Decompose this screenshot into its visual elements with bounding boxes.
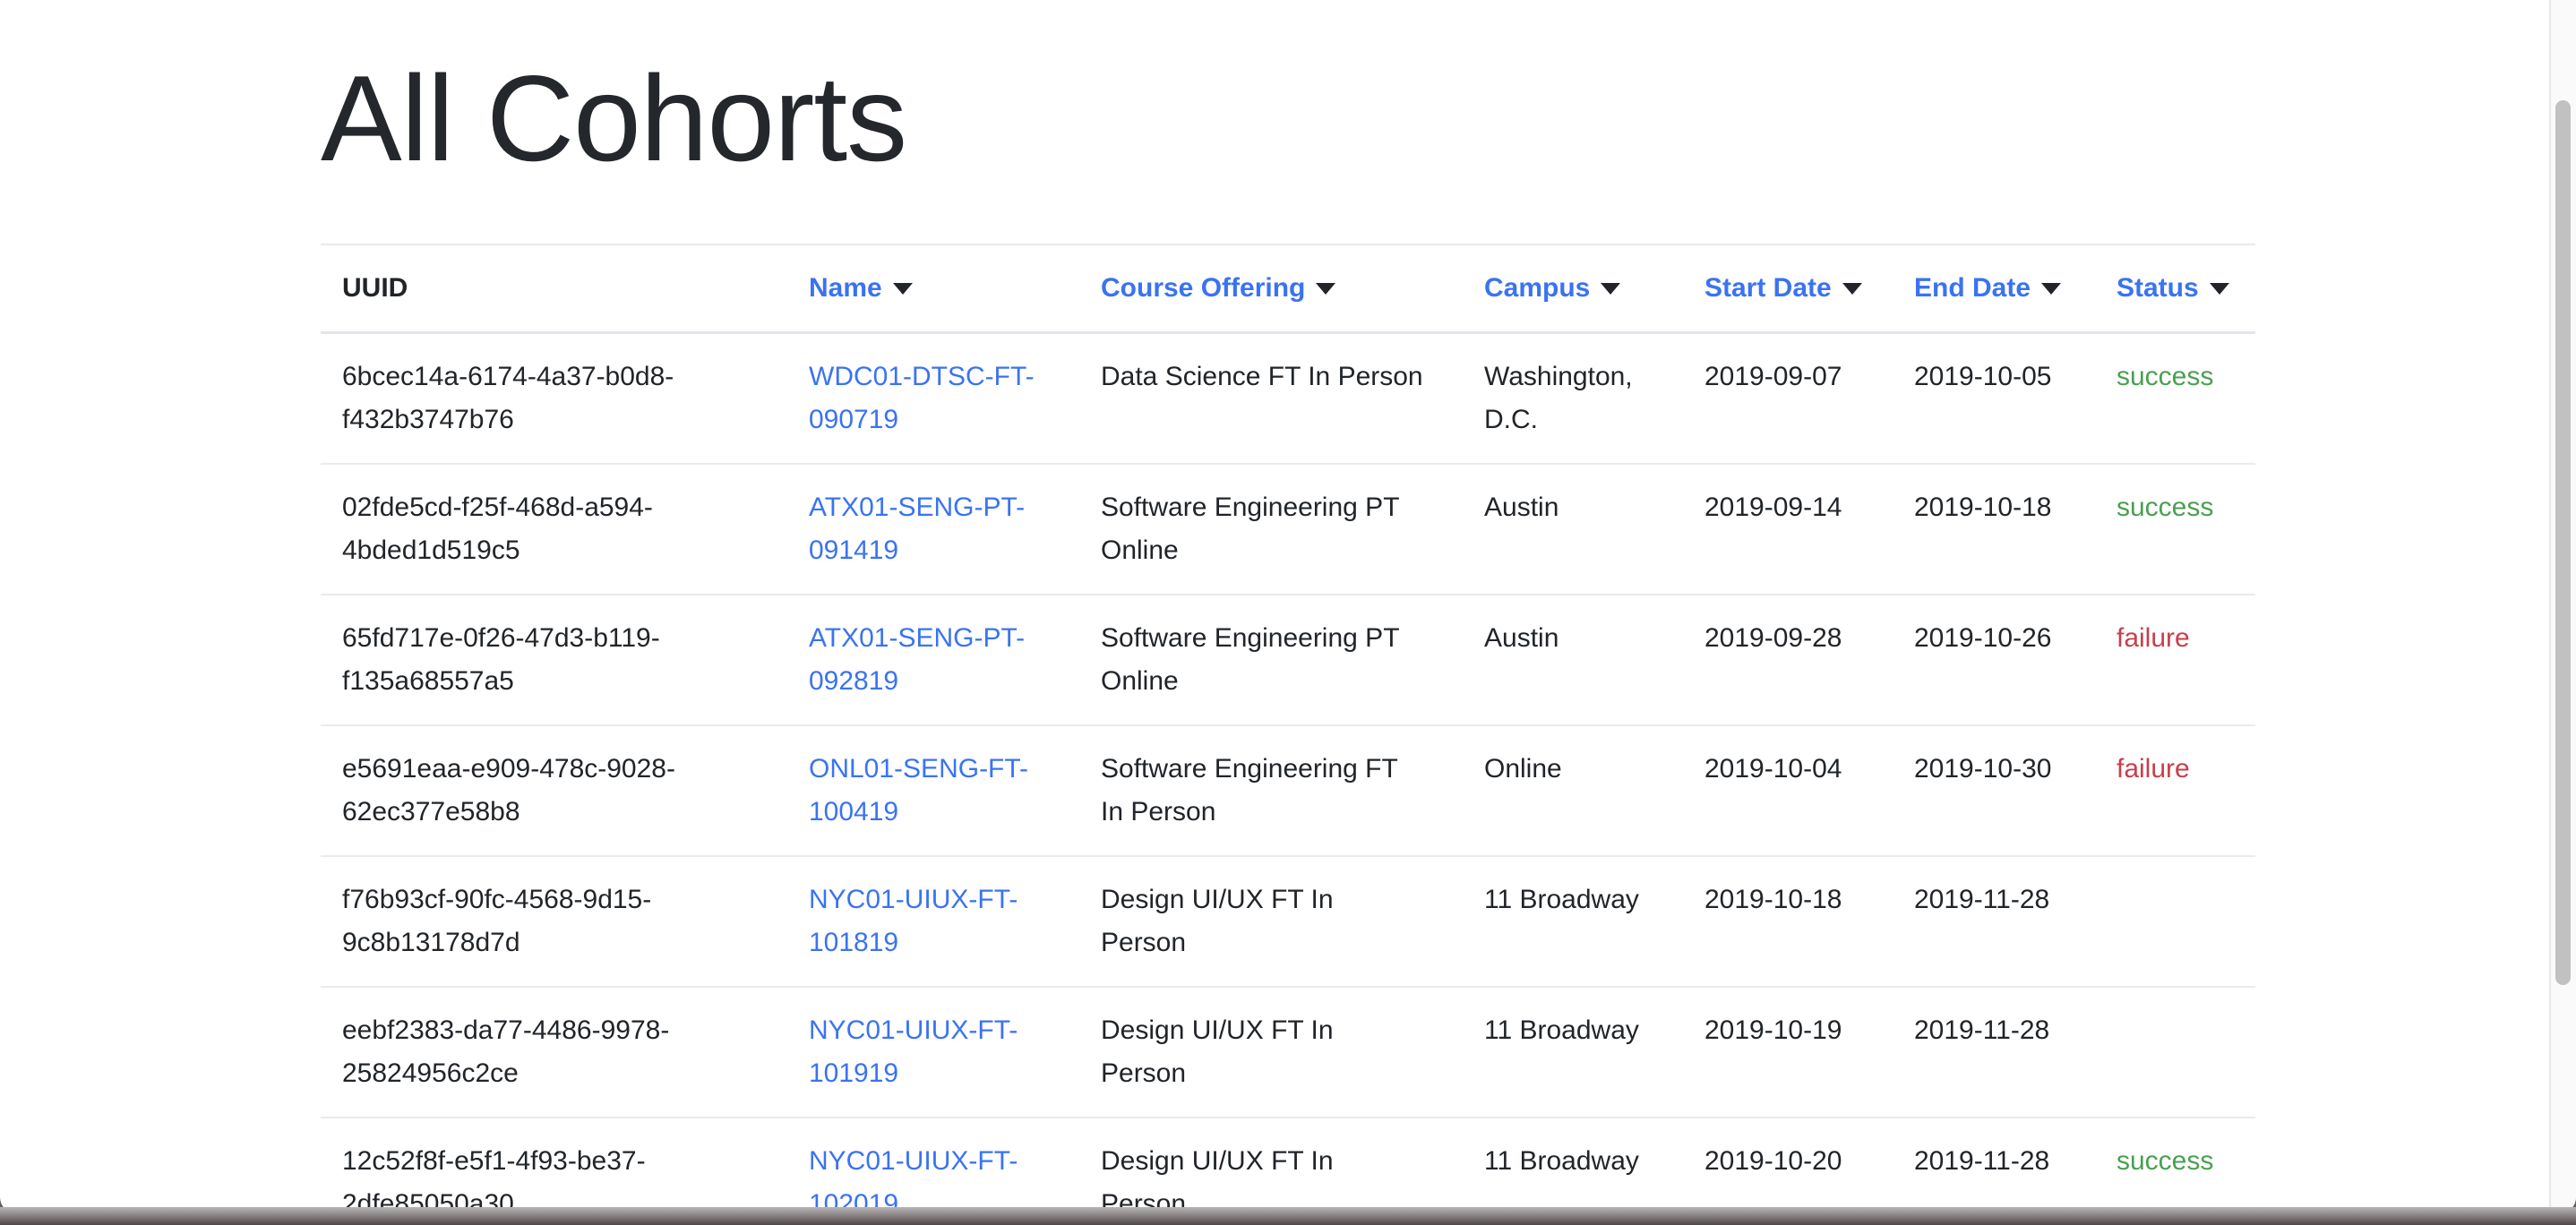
campus-cell: Online (1463, 724, 1683, 856)
course-offering-cell: Software Engineering PT Online (1079, 462, 1463, 595)
column-header-campus[interactable]: Campus (1463, 243, 1683, 334)
page-title: All Cohorts (321, 50, 907, 186)
end-date-cell: 2019-10-18 (1893, 462, 2095, 595)
end-date-cell: 2019-11-28 (1893, 854, 2095, 987)
content-container: All Cohorts UUID Name Course Offering Ca… (321, 50, 2255, 1213)
cohorts-table: UUID Name Course Offering Campus Start D… (321, 243, 2255, 1213)
status-cell (2095, 985, 2255, 1118)
uuid-cell: f76b93cf-90fc-4568-9d15- 9c8b13178d7d (321, 854, 787, 987)
browser-page: All Cohorts UUID Name Course Offering Ca… (0, 0, 2576, 1213)
start-date-cell: 2019-10-04 (1683, 724, 1893, 856)
cohort-link[interactable]: NYC01-UIUX-FT- 102019 (809, 1140, 1065, 1213)
uuid-cell: 6bcec14a-6174-4a37-b0d8- f432b3747b76 (342, 361, 674, 434)
table-header-row: UUID Name Course Offering Campus Start D… (321, 243, 2255, 334)
status-cell: failure (2095, 593, 2255, 725)
campus-cell: 11 Broadway (1463, 1116, 1683, 1213)
course-offering-cell: Data Science FT In Person (1101, 361, 1423, 391)
table-row: 65fd717e-0f26-47d3-b119- f135a68557a5 ATX… (321, 593, 2255, 725)
column-label: Start Date (1704, 272, 1832, 303)
status-cell: success (2117, 361, 2214, 391)
start-date-cell: 2019-09-14 (1683, 462, 1893, 595)
column-header-start-date[interactable]: Start Date (1683, 243, 1893, 334)
table-row: 12c52f8f-e5f1-4f93-be37- 2dfe85050a30 NYC… (321, 1116, 2255, 1213)
course-offering-cell: Design UI/UX FT In Person (1079, 985, 1463, 1118)
course-offering-cell: Design UI/UX FT In Person (1079, 854, 1463, 987)
column-label: Course Offering (1101, 272, 1306, 303)
course-offering-cell: Software Engineering FT In Person (1079, 724, 1463, 856)
cohort-link[interactable]: WDC01-DTSC-FT- 090719 (809, 356, 1065, 441)
table-row: f76b93cf-90fc-4568-9d15- 9c8b13178d7d NYC… (321, 854, 2255, 987)
campus-cell: Washington, D.C. (1484, 361, 1633, 434)
caret-down-icon (1316, 282, 1336, 295)
name-cell: ATX01-SENG-PT- 092819 (787, 593, 1079, 725)
end-date-cell: 2019-10-26 (1893, 593, 2095, 725)
campus-cell: Austin (1463, 593, 1683, 725)
start-date-cell: 2019-09-28 (1683, 593, 1893, 725)
end-date-cell: 2019-10-05 (1914, 361, 2052, 391)
cohort-link[interactable]: NYC01-UIUX-FT- 101919 (809, 1009, 1065, 1095)
column-header-name[interactable]: Name (787, 243, 1079, 334)
caret-down-icon (892, 282, 913, 295)
column-label: End Date (1914, 272, 2031, 303)
cohort-link[interactable]: ATX01-SENG-PT- 092819 (809, 617, 1065, 703)
column-header-course-offering[interactable]: Course Offering (1079, 243, 1463, 334)
column-header-status[interactable]: Status (2095, 243, 2255, 334)
course-offering-cell: Software Engineering PT Online (1079, 593, 1463, 725)
name-cell: NYC01-UIUX-FT- 101819 (787, 854, 1079, 987)
caret-down-icon (1842, 282, 1862, 295)
name-cell: NYC01-UIUX-FT- 101919 (787, 985, 1079, 1118)
uuid-cell: e5691eaa-e909-478c-9028- 62ec377e58b8 (321, 724, 787, 856)
caret-down-icon (2209, 282, 2229, 295)
vertical-scrollbar-thumb[interactable] (2555, 100, 2571, 985)
column-label: Status (2117, 272, 2199, 303)
end-date-cell: 2019-11-28 (1893, 1116, 2095, 1213)
status-cell: failure (2095, 724, 2255, 856)
cohort-link[interactable]: ATX01-SENG-PT- 091419 (809, 486, 1065, 572)
cohort-link[interactable]: ONL01-SENG-FT- 100419 (809, 748, 1065, 834)
end-date-cell: 2019-11-28 (1893, 985, 2095, 1118)
window-bottom-edge (0, 1207, 2576, 1225)
table-row: e5691eaa-e909-478c-9028- 62ec377e58b8 ONL… (321, 724, 2255, 856)
start-date-cell: 2019-10-18 (1683, 854, 1893, 987)
uuid-cell: 02fde5cd-f25f-468d-a594- 4bded1d519c5 (321, 462, 787, 595)
status-cell: success (2095, 1116, 2255, 1213)
start-date-cell: 2019-09-07 (1704, 361, 1842, 391)
campus-cell: 11 Broadway (1463, 985, 1683, 1118)
end-date-cell: 2019-10-30 (1893, 724, 2095, 856)
name-cell: NYC01-UIUX-FT- 102019 (787, 1116, 1079, 1213)
table-row: eebf2383-da77-4486-9978- 25824956c2ce NYC… (321, 985, 2255, 1118)
course-offering-cell: Design UI/UX FT In Person (1079, 1116, 1463, 1213)
status-cell: success (2095, 462, 2255, 595)
uuid-cell: eebf2383-da77-4486-9978- 25824956c2ce (321, 985, 787, 1118)
column-label: UUID (342, 272, 408, 303)
table-row: 6bcec14a-6174-4a37-b0d8- f432b3747b76 WDC… (321, 332, 2255, 464)
vertical-scrollbar-track[interactable] (2549, 0, 2576, 1213)
column-header-uuid: UUID (321, 243, 787, 334)
name-cell: ATX01-SENG-PT- 091419 (787, 462, 1079, 595)
caret-down-icon (2041, 282, 2062, 295)
uuid-cell: 12c52f8f-e5f1-4f93-be37- 2dfe85050a30 (321, 1116, 787, 1213)
name-cell: WDC01-DTSC-FT- 090719 (787, 332, 1079, 464)
status-cell (2095, 854, 2255, 987)
column-header-end-date[interactable]: End Date (1893, 243, 2095, 334)
uuid-cell: 65fd717e-0f26-47d3-b119- f135a68557a5 (321, 593, 787, 725)
caret-down-icon (1601, 282, 1621, 295)
start-date-cell: 2019-10-19 (1683, 985, 1893, 1118)
column-label: Campus (1484, 272, 1591, 303)
campus-cell: Austin (1463, 462, 1683, 595)
table-row: 02fde5cd-f25f-468d-a594- 4bded1d519c5 ATX… (321, 462, 2255, 595)
column-label: Name (809, 272, 882, 303)
name-cell: ONL01-SENG-FT- 100419 (787, 724, 1079, 856)
cohort-link[interactable]: NYC01-UIUX-FT- 101819 (809, 878, 1065, 964)
campus-cell: 11 Broadway (1463, 854, 1683, 987)
start-date-cell: 2019-10-20 (1683, 1116, 1893, 1213)
